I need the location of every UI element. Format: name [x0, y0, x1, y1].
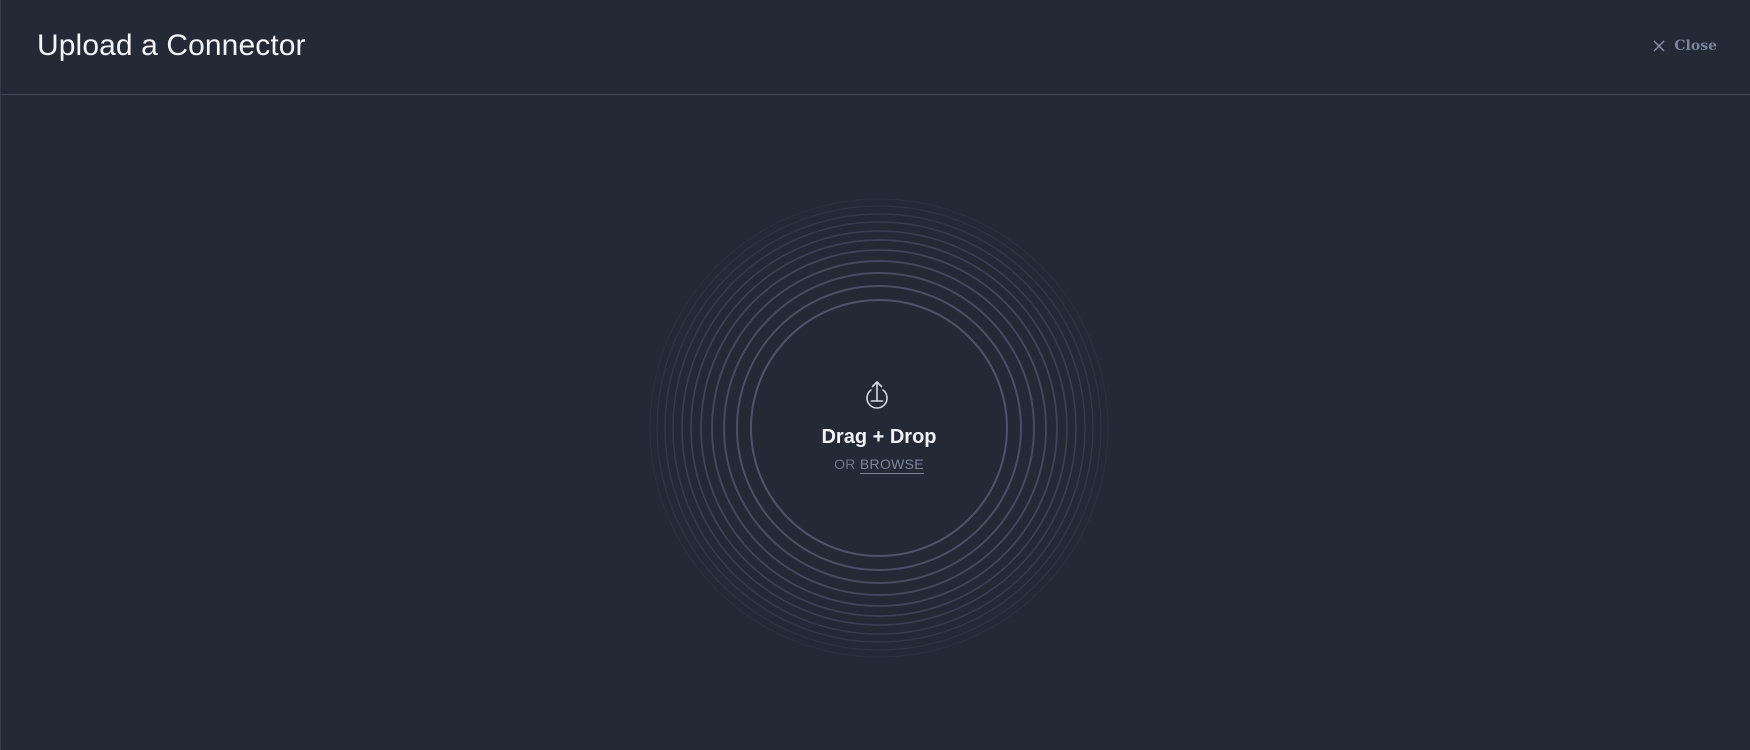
- dropzone-title: Drag + Drop: [821, 426, 937, 448]
- modal-header: Upload a Connector Close: [1, 0, 1750, 95]
- browse-link[interactable]: BROWSE: [859, 456, 924, 474]
- close-icon: [1653, 40, 1665, 52]
- dropzone-content: Drag + Drop OR BROWSE: [649, 198, 1109, 658]
- page-title: Upload a Connector: [37, 29, 306, 62]
- close-label: Close: [1674, 38, 1717, 54]
- or-label: OR: [834, 456, 856, 472]
- close-button[interactable]: Close: [1652, 36, 1717, 56]
- file-dropzone[interactable]: Drag + Drop OR BROWSE: [649, 198, 1109, 658]
- upload-icon: [866, 381, 888, 409]
- upload-connector-modal: Upload a Connector Close Drag + Drop OR …: [0, 0, 1750, 750]
- dropzone-subtitle: OR BROWSE: [649, 454, 1109, 474]
